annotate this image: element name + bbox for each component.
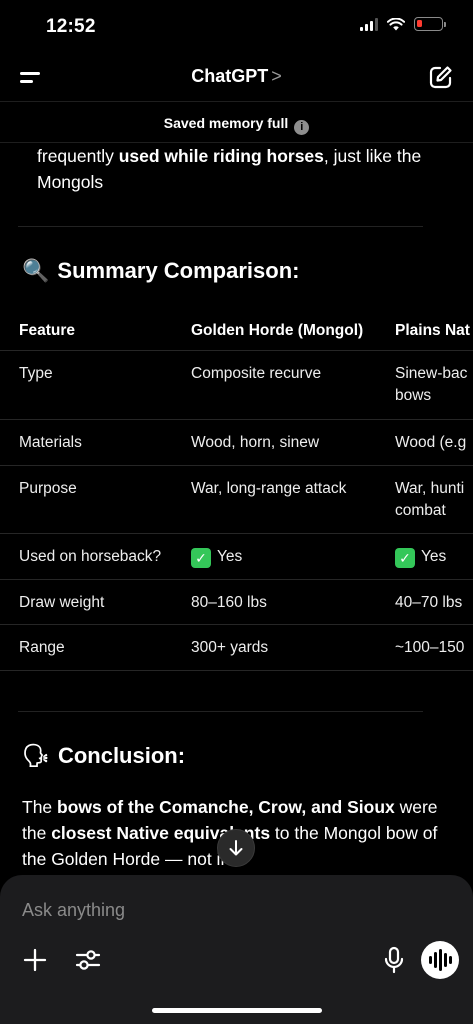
table-cell: ~100–150	[395, 639, 465, 656]
status-time: 12:52	[46, 16, 96, 37]
nav-title: ChatGPT	[191, 66, 269, 86]
info-icon[interactable]: i	[294, 120, 310, 135]
table-cell: Type	[19, 365, 53, 382]
table-row: Draw weight 80–160 lbs 40–70 lbs	[0, 580, 473, 625]
cell-text: Yes	[421, 548, 447, 565]
check-icon: ✓	[395, 548, 415, 568]
summary-heading: 🔍 Summary Comparison:	[22, 258, 299, 284]
microphone-icon[interactable]	[381, 946, 407, 974]
table-row: Range 300+ yards ~100–150	[0, 625, 473, 671]
composer	[0, 875, 473, 1024]
table-cell: Purpose	[19, 480, 77, 497]
table-cell: War, long-range attack	[191, 480, 347, 497]
model-selector[interactable]: ChatGPT >	[0, 66, 473, 87]
table-cell: ✓ Yes	[395, 546, 473, 568]
table-cell: Wood, horn, sinew	[191, 434, 320, 451]
cell-text: Yes	[217, 548, 243, 565]
scroll-down-button[interactable]	[217, 829, 255, 867]
table-cell: Composite recurve	[191, 365, 322, 382]
text-span: The	[22, 797, 58, 817]
table-header: Feature	[19, 322, 75, 339]
table-row: Used on horseback? ✓ Yes ✓ Yes	[0, 534, 473, 580]
arrow-down-icon	[229, 840, 243, 856]
bold-span: bows of the Comanche, Crow, and Sioux	[57, 797, 395, 817]
divider	[18, 711, 423, 712]
check-icon: ✓	[191, 548, 211, 568]
wifi-icon	[387, 17, 405, 30]
table-header-row: Feature Golden Horde (Mongol) Plains Nat	[0, 308, 473, 351]
memory-banner-text: Saved memory full	[163, 115, 289, 131]
table-cell: ✓ Yes	[191, 546, 242, 568]
home-indicator	[152, 1008, 322, 1013]
table-header: Golden Horde (Mongol)	[191, 322, 364, 339]
magnifier-icon: 🔍	[22, 258, 50, 283]
sliders-icon[interactable]	[74, 947, 102, 973]
table-cell: 80–160 lbs	[191, 594, 267, 611]
chevron-right-icon: >	[271, 66, 282, 86]
signal-icon	[360, 17, 378, 31]
plus-icon[interactable]	[22, 947, 48, 973]
comparison-table[interactable]: Feature Golden Horde (Mongol) Plains Nat…	[0, 308, 473, 671]
divider	[18, 226, 423, 227]
table-cell: Range	[19, 639, 65, 656]
table-cell: Sinew-bac bows	[395, 365, 468, 404]
message-input[interactable]	[22, 897, 442, 923]
table-row: Materials Wood, horn, sinew Wood (e.g	[0, 420, 473, 466]
table-row: Type Composite recurve Sinew-bac bows	[0, 351, 473, 420]
table-cell: Draw weight	[19, 594, 105, 611]
table-cell: 300+ yards	[191, 639, 269, 656]
message-paragraph: frequently used while riding horses, jus…	[37, 143, 457, 195]
table-cell: Used on horseback?	[19, 548, 162, 565]
conclusion-heading: 🗣 Conclusion:	[22, 743, 185, 769]
nav-bar: ChatGPT >	[0, 52, 473, 102]
speaking-head-icon: 🗣	[22, 743, 50, 768]
table-cell: War, hunti combat	[395, 480, 465, 519]
voice-waveform-icon[interactable]	[421, 941, 459, 979]
heading-text: Conclusion:	[57, 743, 186, 768]
edit-icon[interactable]	[427, 63, 455, 91]
status-icons	[360, 17, 446, 31]
text-span: frequently	[37, 146, 119, 166]
status-bar: 12:52	[0, 0, 473, 52]
table-header: Plains Nat	[395, 322, 470, 339]
table-cell: 40–70 lbs	[395, 594, 463, 611]
heading-text: Summary Comparison:	[57, 258, 300, 283]
table-row: Purpose War, long-range attack War, hunt…	[0, 466, 473, 534]
battery-icon	[414, 17, 446, 31]
screen: 12:52 ChatGPT > Saved memory full i freq…	[0, 0, 473, 1024]
table-cell: Wood (e.g	[395, 434, 467, 451]
memory-banner[interactable]: Saved memory full i	[0, 103, 473, 143]
bold-span: used while riding horses	[118, 146, 324, 166]
table-cell: Materials	[19, 434, 82, 451]
